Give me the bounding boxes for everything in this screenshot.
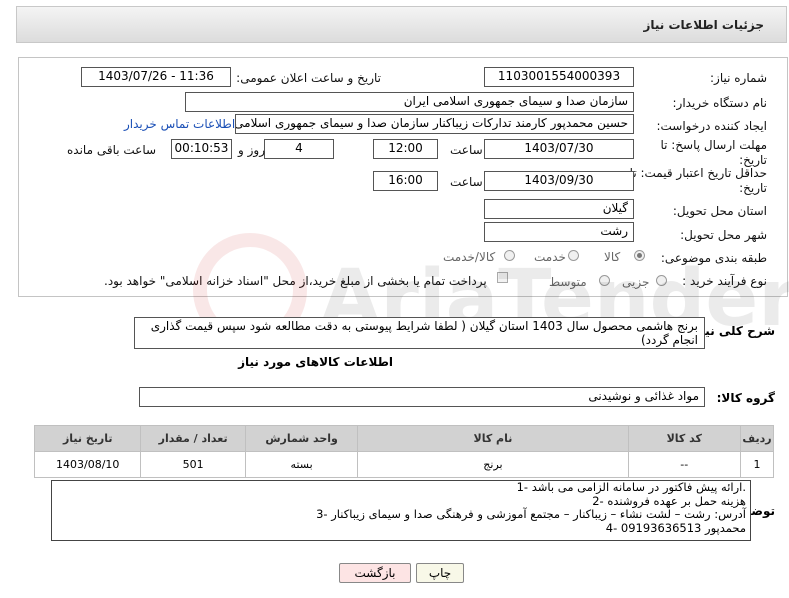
price-validity-time-label: ساعت [450,175,483,189]
price-validity-time-field: 16:00 [373,171,438,191]
back-button[interactable]: بازگشت [339,563,411,583]
reply-time-field: 12:00 [373,139,438,159]
buyer-note-line: 3- آدرس: رشت – لشت نشاء – زیباکنار – مجت… [316,507,746,521]
buyer-note-line: 1- ارائه پیش فاکتور در سامانه الزامی می … [516,480,746,494]
reply-deadline-label: مهلت ارسال پاسخ: تا تاریخ: [660,138,767,167]
delivery-city-label: شهر محل تحویل: [680,228,767,242]
remaining-time-label: ساعت باقی مانده [67,143,157,157]
price-validity-date-field: 1403/09/30 [484,171,634,191]
cell-quantity: 501 [140,451,246,478]
buyer-org-field: سازمان صدا و سیمای جمهوری اسلامی ایران [185,92,634,112]
delivery-province-label: استان محل تحویل: [672,204,767,218]
price-validity-label: حداقل تاریخ اعتبار قیمت: تا تاریخ: [629,166,767,195]
cell-unit: بسته [244,451,359,478]
process-radio-minor[interactable] [656,275,667,286]
goods-info-title: اطلاعات کالاهای مورد نیاز [238,355,393,369]
cell-item-name: برنج [357,451,629,478]
buyer-notes-field: 1- ارائه پیش فاکتور در سامانه الزامی می … [51,480,751,541]
goods-table: ردیف کد کالا نام کالا واحد شمارش تعداد /… [33,425,774,478]
requester-field: حسین محمدپور کارمند تدارکات زیباکنار ساز… [235,114,634,134]
category-option-service: خدمت [534,250,566,264]
page-title: جزئیات اطلاعات نیاز [643,18,764,32]
requester-label: ایجاد کننده درخواست: [656,119,767,133]
buyer-org-label: نام دستگاه خریدار: [672,96,768,110]
buyer-note-line: 2- هزینه حمل بر عهده فروشنده [592,493,746,508]
cell-row-number: 1 [740,451,774,478]
need-number-label: شماره نیاز: [710,71,767,85]
cell-item-code: -- [627,451,742,478]
col-header-item-name: نام کالا [357,425,629,452]
col-header-item-code: کد کالا [627,425,742,452]
category-radio-service[interactable] [568,250,579,261]
goods-group-field: مواد غذائی و نوشیدنی [139,387,705,407]
process-option-medium: متوسط [549,275,587,289]
cell-need-date: 1403/08/10 [33,451,142,478]
col-header-unit: واحد شمارش [244,425,359,452]
reply-days-label: روز و [238,143,265,157]
col-header-row-number: ردیف [740,425,774,452]
announce-datetime-field: 1403/07/26 - 11:36 [81,67,231,87]
need-number-field: 1103001554000393 [484,67,634,87]
description-field: برنج هاشمی محصول سال 1403 استان گیلان ( … [134,317,705,349]
category-radio-goods[interactable] [634,250,645,261]
remaining-time-field: 00:10:53 [171,139,232,159]
col-header-need-date: تاریخ نیاز [33,425,142,452]
process-option-minor: جزیی [622,275,650,289]
reply-time-label: ساعت [450,143,483,157]
announce-datetime-label: تاریخ و ساعت اعلان عمومی: [236,71,381,85]
table-row: 1 -- برنج بسته 501 1403/08/10 [33,451,774,478]
print-button[interactable]: چاپ [416,563,464,583]
purchase-process-label: نوع فرآیند خرید : [682,274,767,288]
category-option-goods: کالا [604,250,621,264]
reply-days-field: 4 [264,139,334,159]
treasury-bonds-checkbox[interactable] [497,272,508,283]
goods-group-label: گروه کالا: [716,391,775,405]
category-radio-goods-service[interactable] [504,250,515,261]
treasury-bonds-note: پرداخت تمام یا بخشی از مبلغ خرید،از محل … [104,274,487,288]
category-label: طبقه بندی موضوعی: [660,251,767,265]
goods-table-header: ردیف کد کالا نام کالا واحد شمارش تعداد /… [33,425,774,452]
col-header-quantity: تعداد / مقدار [140,425,246,452]
delivery-province-field: گیلان [484,199,634,219]
delivery-city-field: رشت [484,222,634,242]
process-radio-medium[interactable] [599,275,610,286]
buyer-note-line: 4- 09193636513 محمدپور [605,520,746,535]
buyer-contact-link[interactable]: اطلاعات تماس خریدار [124,117,235,131]
reply-date-field: 1403/07/30 [484,139,634,159]
page-header: جزئیات اطلاعات نیاز [16,6,787,43]
category-option-goods-service: کالا/خدمت [443,250,496,264]
